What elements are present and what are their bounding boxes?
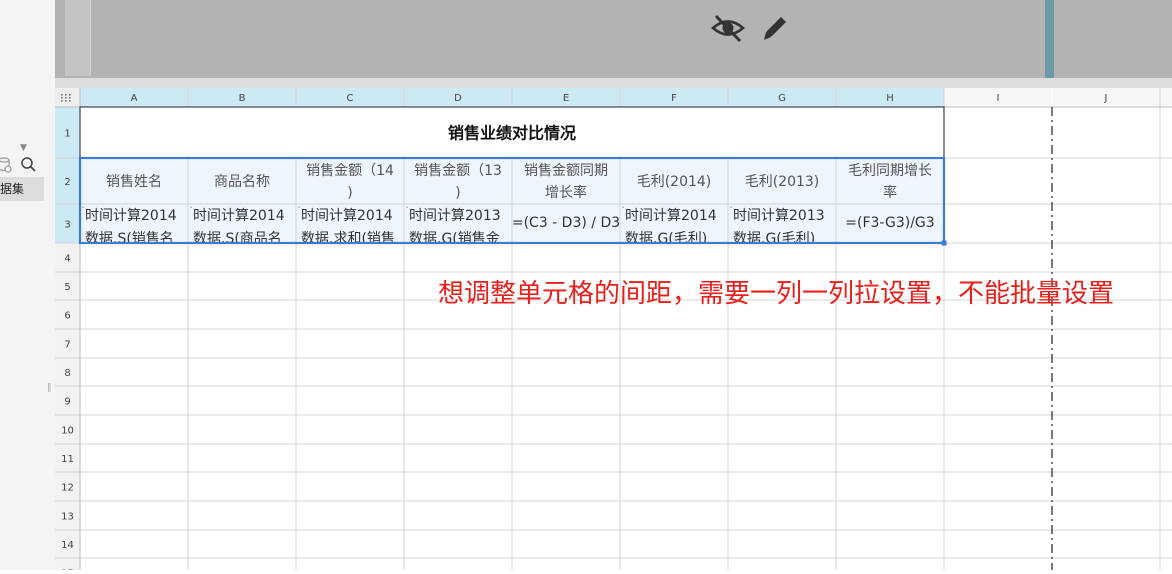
grip-dot [69, 100, 71, 102]
expand-marker: ˇ [729, 205, 733, 215]
row-header-9[interactable]: 9 [64, 397, 70, 408]
pencil-icon[interactable] [759, 12, 791, 44]
header-cell-D[interactable]: 销售金额（13 [414, 163, 502, 179]
header-cell-E[interactable]: 增长率 [545, 184, 587, 201]
grip-dot [61, 100, 63, 102]
database-icon[interactable] [0, 157, 12, 173]
dataset-item[interactable]: 据集 [0, 177, 44, 201]
formula-cell-H[interactable]: =(F3-G3)/G3 [845, 215, 934, 231]
header-cell-H[interactable]: 毛利同期增长 [848, 163, 932, 179]
expand-marker: ˇ [81, 205, 85, 215]
row-header-13[interactable]: 13 [61, 512, 74, 523]
formula-cell-B[interactable]: 时间计算2014 [193, 208, 285, 224]
row-header-6[interactable]: 6 [64, 311, 70, 322]
row-header-2[interactable]: 2 [64, 177, 70, 188]
header-cell-C[interactable]: 销售金额（14 [306, 163, 394, 179]
select-all-corner[interactable] [55, 88, 80, 107]
row-header-1[interactable]: 1 [64, 129, 70, 140]
report-header-area [55, 0, 1172, 78]
vertical-ruler [65, 0, 91, 76]
collapse-arrow-icon[interactable]: ▼ [20, 143, 27, 153]
resize-handle[interactable]: ‖ [47, 383, 52, 393]
row-header-12[interactable]: 12 [61, 483, 74, 494]
grip-dot [65, 97, 67, 99]
formula-cell-G[interactable]: 时间计算2013 [733, 208, 825, 224]
row-header-8[interactable]: 8 [64, 368, 70, 379]
header-cell-E[interactable]: 销售金额同期 [524, 163, 608, 179]
header-cell-H[interactable]: 率 [883, 184, 897, 201]
formula-cell-F[interactable]: 数据.G(毛利) [625, 231, 707, 247]
spreadsheet[interactable]: ABCDEFGHIJ123456789101112131415销售业绩对比情况销… [55, 88, 1172, 574]
column-header-B[interactable]: B [239, 93, 246, 104]
header-cell-G[interactable]: 毛利(2013) [745, 174, 820, 190]
row-header-5[interactable]: 5 [64, 282, 70, 293]
column-header-E[interactable]: E [563, 93, 569, 104]
row-header-11[interactable]: 11 [61, 454, 74, 465]
report-title: 销售业绩对比情况 [448, 124, 576, 143]
selection-fill-handle[interactable] [941, 240, 947, 246]
grip-dot [69, 97, 71, 99]
column-header-C[interactable]: C [347, 93, 354, 104]
grip-dot [61, 97, 63, 99]
formula-cell-C[interactable]: 数据.求和(销售 [301, 231, 395, 247]
row-header-3[interactable]: 3 [64, 220, 70, 231]
grip-dot [65, 94, 67, 96]
formula-cell-A[interactable]: 数据.S(销售名 [85, 231, 174, 247]
formula-cell-C[interactable]: 时间计算2014 [301, 208, 393, 224]
column-header-D[interactable]: D [454, 93, 462, 104]
dataset-panel: ▼ 据集 ‖ [0, 0, 56, 570]
formula-cell-D[interactable]: 数据.G(销售金 [409, 231, 500, 247]
expand-marker: ˇ [189, 205, 193, 215]
column-header-A[interactable]: A [131, 93, 138, 104]
row-header-14[interactable]: 14 [61, 540, 74, 551]
row-header-7[interactable]: 7 [64, 340, 70, 351]
row-header-10[interactable]: 10 [61, 426, 74, 437]
column-header-G[interactable]: G [778, 93, 786, 104]
annotation-text: 想调整单元格的间距，需要一列一列拉设置，不能批量设置 [438, 279, 1114, 309]
vertical-scroll-marker [1045, 0, 1054, 78]
expand-marker: ˇ [405, 205, 409, 215]
expand-marker: ˇ [297, 205, 301, 215]
column-header-J[interactable]: J [1104, 93, 1108, 104]
formula-cell-G[interactable]: 数据.G(毛利) [733, 231, 815, 247]
grip-dot [65, 100, 67, 102]
expand-marker: ˇ [621, 205, 625, 215]
column-header-F[interactable]: F [671, 93, 677, 104]
header-cell-C[interactable]: ) [347, 185, 352, 201]
header-cell-B[interactable]: 商品名称 [214, 174, 270, 190]
column-header-I[interactable]: I [997, 93, 1000, 104]
grip-dot [69, 94, 71, 96]
formula-cell-B[interactable]: 数据.S(商品名 [193, 231, 282, 247]
formula-cell-E[interactable]: =(C3 - D3) / D3 [512, 215, 620, 231]
header-cell-D[interactable]: ) [455, 185, 460, 201]
row-header-4[interactable]: 4 [64, 254, 70, 265]
header-cell-F[interactable]: 毛利(2014) [637, 174, 712, 190]
column-header-H[interactable]: H [886, 93, 894, 104]
grip-dot [61, 94, 63, 96]
header-cell-A[interactable]: 销售姓名 [106, 174, 162, 190]
formula-cell-D[interactable]: 时间计算2013 [409, 208, 501, 224]
formula-cell-A[interactable]: 时间计算2014 [85, 208, 177, 224]
header-separator[interactable] [55, 78, 1172, 88]
formula-cell-F[interactable]: 时间计算2014 [625, 208, 717, 224]
search-icon[interactable] [21, 157, 36, 172]
eye-hidden-icon[interactable] [710, 12, 746, 44]
